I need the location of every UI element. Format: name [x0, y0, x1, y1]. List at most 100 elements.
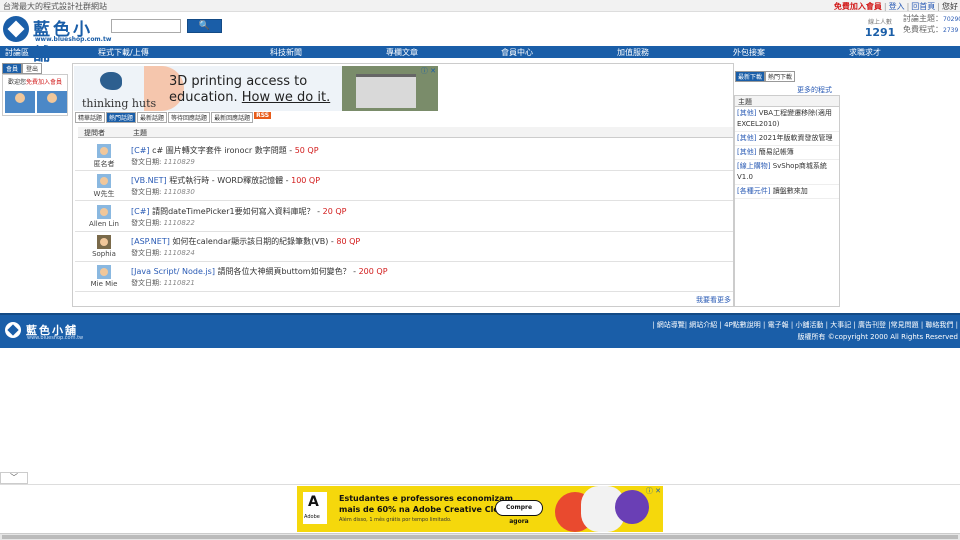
divider	[0, 484, 960, 485]
more-topics-link[interactable]: 我要看更多	[696, 295, 731, 305]
topic-title[interactable]: [VB.NET] 程式執行時 - WORD釋放記憶體 - 100 QP	[131, 175, 320, 186]
topic-title[interactable]: [C#] 請問dateTimePicker1要如何寫入資料庫呢？ - 20 QP	[131, 206, 346, 217]
footer-links[interactable]: | 網站導覽| 網站介紹 | 4P點數說明 | 電子報 | 小舖活動 | 大事記…	[652, 320, 958, 330]
footer-logo-icon	[5, 322, 21, 338]
horizontal-scrollbar[interactable]	[0, 533, 960, 540]
footer-logo-url: www.blueshop.com.tw	[27, 335, 84, 341]
tab-featured[interactable]: 精華話題	[75, 112, 106, 123]
nav-item-outsource[interactable]: 外包接案	[733, 47, 765, 58]
avatar	[97, 235, 111, 249]
member-box: 歡迎您免費加入會員	[2, 74, 68, 116]
more-programs-link[interactable]: 更多的程式	[797, 85, 832, 95]
home-link[interactable]: 回首頁	[911, 2, 935, 11]
top-bar: 台灣最大的程式設計社群網站 免費加入會員 | 登入 | 回首頁 | 您好	[0, 0, 960, 12]
rss-icon[interactable]: RSS	[254, 112, 272, 119]
tab-latest[interactable]: 最新話題	[137, 112, 168, 123]
ad-headline: 3D printing access to education. How we …	[169, 74, 331, 105]
buy-now-button[interactable]: Compre agora	[495, 500, 543, 525]
tab-waiting[interactable]: 等待回應話題	[168, 112, 211, 123]
adobe-logo-icon: A Adobe	[303, 492, 327, 524]
post-date: 發文日期: 1110822	[131, 219, 195, 227]
post-date: 發文日期: 1110829	[131, 158, 195, 166]
list-item[interactable]: [各種元件] 讀盤數來加	[735, 185, 839, 199]
avatar	[97, 205, 111, 219]
avatar	[97, 265, 111, 279]
logo-url: www.blueshop.com.tw	[35, 36, 112, 43]
column-topic: 主題	[133, 129, 147, 137]
avatar	[97, 144, 111, 158]
tab-logout[interactable]: 登出	[22, 63, 43, 74]
main-nav: 討論區 程式下載/上傳 科技新聞 專欄文章 會員中心 加值服務 外包接案 求職求…	[0, 46, 960, 58]
logo-icon	[3, 16, 29, 42]
stat-programs-value: 2739	[943, 27, 959, 34]
download-list-header: 主題	[735, 96, 839, 107]
asker-name: Mie Mie	[90, 280, 118, 288]
list-item[interactable]: [線上購物] SvShop商城系統 V1.0	[735, 160, 839, 185]
tab-hot[interactable]: 熱門話題	[106, 112, 137, 123]
list-item[interactable]: [其他] VBA工程變遷移除(適用EXCEL2010)	[735, 107, 839, 132]
nav-item-articles[interactable]: 專欄文章	[386, 47, 418, 58]
site-logo[interactable]: 藍色小舖 www.blueshop.com.tw	[3, 15, 111, 65]
copyright: 版權所有 ©copyright 2000 All Rights Reserved	[797, 333, 958, 341]
ad-close-icon[interactable]: ⓘ ✕	[646, 486, 661, 496]
online-label: 線上人數	[867, 19, 892, 26]
table-row[interactable]: 匿名者 [C#] c# 圖片轉文字套件 ironocr 數字問題 - 50 QP…	[75, 141, 733, 171]
nav-item-member[interactable]: 會員中心	[501, 47, 533, 58]
login-link[interactable]: 登入	[889, 2, 905, 11]
member-icon[interactable]	[5, 91, 35, 113]
asker-name: Sophia	[92, 250, 116, 258]
search-button[interactable]: 🔍	[187, 19, 222, 33]
join-link[interactable]: 免費加入會員	[26, 79, 62, 86]
tab-member[interactable]: 會員	[2, 63, 23, 74]
topic-tabs: 精華話題 熱門話題 最新話題 等待回應話題 最新回應話題 RSS	[75, 112, 272, 123]
online-counter: 線上人數 1291	[862, 17, 898, 39]
search-input[interactable]	[111, 19, 181, 33]
tab-latest-reply[interactable]: 最新回應話題	[211, 112, 254, 123]
content-panel: thinking huts 3D printing access to educ…	[72, 63, 734, 307]
ad-close-icon[interactable]: ⓘ ✕	[421, 66, 436, 76]
welcome-text: 歡迎您免費加入會員	[7, 79, 63, 86]
topic-title[interactable]: [ASP.NET] 如何在calendar顯示該日期的紀錄筆數(VB) - 80…	[131, 236, 360, 247]
download-tabs: 最新下載 熱門下載	[735, 71, 796, 82]
bottom-banner-ad[interactable]: A Adobe Estudantes e professores economi…	[297, 486, 663, 532]
post-date: 發文日期: 1110824	[131, 249, 195, 257]
site-stats: 討論主題：702902 免費程式：2739	[903, 13, 960, 35]
stat-topics-value: 702902	[943, 16, 960, 23]
nav-item-jobs[interactable]: 求職求才	[849, 47, 881, 58]
member-tabs: 會員 登出	[2, 63, 43, 74]
site-footer: 藍色小舖 www.blueshop.com.tw | 網站導覽| 網站介紹 | …	[0, 313, 960, 348]
list-item[interactable]: [其他] 2021年版軟資發放管理	[735, 132, 839, 146]
search-icon: 🔍	[198, 21, 211, 31]
greeting: 您好	[942, 2, 958, 11]
table-row[interactable]: W先生 [VB.NET] 程式執行時 - WORD釋放記憶體 - 100 QP …	[75, 171, 733, 201]
site-slogan: 台灣最大的程式設計社群網站	[3, 2, 107, 11]
topic-title[interactable]: [Java Script/ Node.js] 請問各位大神網頁buttom如何變…	[131, 266, 388, 277]
nav-item-news[interactable]: 科技新聞	[270, 47, 302, 58]
table-row[interactable]: Allen Lin [C#] 請問dateTimePicker1要如何寫入資料庫…	[75, 202, 733, 232]
ad-subtext: Além disso, 1 mês grátis por tempo limit…	[339, 517, 452, 523]
topic-title[interactable]: [C#] c# 圖片轉文字套件 ironocr 數字問題 - 50 QP	[131, 145, 319, 156]
nav-item-download[interactable]: 程式下載/上傳	[98, 47, 149, 58]
scrollbar-thumb[interactable]	[2, 535, 958, 539]
chevron-down-icon[interactable]: ﹀	[0, 472, 28, 484]
table-row[interactable]: Sophia [ASP.NET] 如何在calendar顯示該日期的紀錄筆數(V…	[75, 232, 733, 262]
online-count: 1291	[864, 26, 896, 39]
house-image	[356, 74, 416, 108]
nav-item-forum[interactable]: 討論區	[5, 47, 29, 58]
topic-table-header: 提問者 主題	[78, 127, 733, 138]
banner-ad[interactable]: thinking huts 3D printing access to educ…	[74, 66, 438, 111]
table-row[interactable]: Mie Mie [Java Script/ Node.js] 請問各位大神網頁b…	[75, 262, 733, 292]
download-list: 主題 [其他] VBA工程變遷移除(適用EXCEL2010) [其他] 2021…	[734, 95, 840, 307]
asker-name: W先生	[93, 190, 115, 198]
list-item[interactable]: [其他] 簡易記帳簿	[735, 146, 839, 160]
asker-name: 匿名者	[93, 160, 115, 168]
tab-latest-download[interactable]: 最新下載	[735, 71, 766, 82]
bird-icon	[100, 72, 122, 90]
register-link[interactable]: 免費加入會員	[834, 2, 882, 11]
nav-item-value[interactable]: 加值服務	[617, 47, 649, 58]
member-icon[interactable]	[37, 91, 67, 113]
post-date: 發文日期: 1110830	[131, 188, 195, 196]
column-asker: 提問者	[84, 129, 105, 137]
tab-hot-download[interactable]: 熱門下載	[765, 71, 796, 82]
post-date: 發文日期: 1110821	[131, 279, 195, 287]
